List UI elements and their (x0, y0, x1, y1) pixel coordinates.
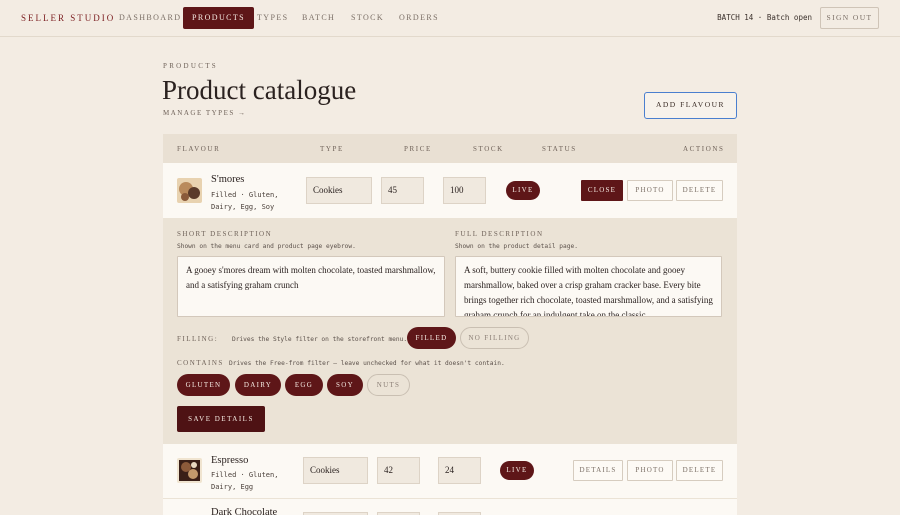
manage-types-link[interactable]: MANAGE TYPES → (163, 109, 247, 117)
photo-button[interactable]: PHOTO (627, 180, 673, 201)
price-input[interactable]: 45 (381, 177, 424, 204)
col-status: STATUS (542, 145, 577, 153)
full-description-hint: Shown on the product detail page. (455, 243, 578, 250)
product-name: Espresso (211, 455, 249, 466)
page-eyebrow: PRODUCTS (163, 62, 218, 70)
allergen-egg-chip[interactable]: EGG (285, 374, 323, 396)
product-meta: Filled · Gluten, Dairy, Egg (211, 471, 279, 491)
top-nav: SELLER STUDIO DASHBOARD PRODUCTS TYPES B… (0, 0, 900, 37)
full-description-textarea[interactable]: A soft, buttery cookie filled with molte… (455, 256, 722, 317)
product-table: FLAVOUR TYPE PRICE STOCK STATUS ACTIONS … (163, 134, 737, 515)
table-row: Dark Chocolate (163, 499, 737, 515)
full-description-label: FULL DESCRIPTION (455, 230, 544, 238)
add-flavour-button[interactable]: ADD FLAVOUR (644, 92, 737, 119)
price-input[interactable]: 42 (377, 457, 420, 484)
filling-label: FILLING: (177, 335, 219, 343)
page-title: Product catalogue (162, 75, 357, 105)
col-type: TYPE (320, 145, 344, 153)
sign-out-button[interactable]: SIGN OUT (820, 7, 879, 29)
short-description-hint: Shown on the menu card and product page … (177, 243, 356, 250)
status-badge[interactable]: LIVE (506, 181, 540, 200)
filling-hint: Drives the Style filter on the storefron… (232, 336, 408, 343)
photo-button[interactable]: PHOTO (627, 460, 673, 481)
table-row: S'mores Filled · Gluten, Dairy, Egg, Soy… (163, 163, 737, 218)
product-thumbnail (177, 178, 202, 203)
allergen-nuts-chip[interactable]: NUTS (367, 374, 410, 396)
allergen-soy-chip[interactable]: SOY (327, 374, 363, 396)
save-details-button[interactable]: SAVE DETAILS (177, 406, 265, 432)
stock-input[interactable]: 24 (438, 457, 481, 484)
details-button[interactable]: DETAILS (573, 460, 623, 481)
filling-none-option[interactable]: NO FILLING (460, 327, 529, 349)
delete-button[interactable]: DELETE (676, 460, 723, 481)
filling-filled-option[interactable]: FILLED (407, 327, 456, 349)
nav-dashboard[interactable]: DASHBOARD (110, 7, 190, 29)
brand-logo[interactable]: SELLER STUDIO (21, 13, 115, 23)
nav-products[interactable]: PRODUCTS (183, 7, 254, 29)
table-header: FLAVOUR TYPE PRICE STOCK STATUS ACTIONS (163, 134, 737, 163)
product-name: Dark Chocolate (211, 507, 278, 515)
product-name: S'mores (211, 174, 245, 185)
delete-button[interactable]: DELETE (676, 180, 723, 201)
product-thumbnail (177, 458, 202, 483)
short-description-textarea[interactable]: A gooey s'mores dream with molten chocol… (177, 256, 445, 317)
col-stock: STOCK (473, 145, 504, 153)
nav-stock[interactable]: STOCK (342, 7, 393, 29)
nav-types[interactable]: TYPES (248, 7, 297, 29)
batch-status: BATCH 14 · Batch open (717, 13, 812, 22)
allergen-dairy-chip[interactable]: DAIRY (235, 374, 281, 396)
status-badge[interactable]: LIVE (500, 461, 534, 480)
col-flavour: FLAVOUR (177, 145, 221, 153)
type-select[interactable]: Cookies (306, 177, 372, 204)
col-price: PRICE (404, 145, 432, 153)
contains-hint: Drives the Free-from filter — leave unch… (229, 360, 505, 367)
nav-orders[interactable]: ORDERS (390, 7, 448, 29)
close-button[interactable]: CLOSE (581, 180, 623, 201)
contains-label: CONTAINS (177, 359, 224, 367)
type-select[interactable]: Cookies (303, 457, 368, 484)
allergen-gluten-chip[interactable]: GLUTEN (177, 374, 230, 396)
col-actions: ACTIONS (683, 145, 725, 153)
product-meta: Filled · Gluten, Dairy, Egg, Soy (211, 191, 279, 211)
table-row: Espresso Filled · Gluten, Dairy, Egg Coo… (163, 444, 737, 498)
short-description-label: SHORT DESCRIPTION (177, 230, 273, 238)
stock-input[interactable]: 100 (443, 177, 486, 204)
details-editor: SHORT DESCRIPTION Shown on the menu card… (163, 218, 737, 444)
nav-batch[interactable]: BATCH (293, 7, 344, 29)
